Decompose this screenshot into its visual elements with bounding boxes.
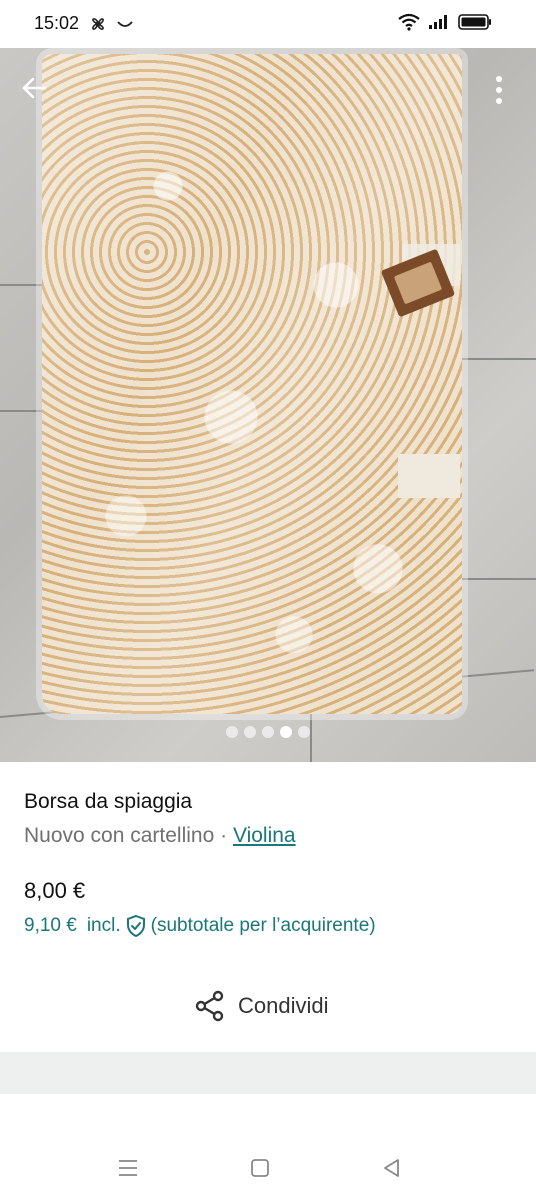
buyer-price-row[interactable]: 9,10 € incl. (subtotale per l’acquirente… [24, 914, 376, 938]
floor-tile-line [462, 578, 536, 580]
buyer-price: 9,10 € [24, 915, 77, 936]
brand-link[interactable]: Violina [233, 824, 296, 847]
share-icon [195, 990, 224, 1022]
wifi-icon [398, 13, 420, 31]
fan-icon [92, 18, 104, 30]
status-icons-right [398, 13, 492, 31]
item-condition: Nuovo con cartellino · [24, 824, 233, 847]
back-triangle-icon [384, 1159, 399, 1177]
floor-tile-line [460, 358, 536, 360]
more-options-button[interactable] [482, 70, 516, 110]
item-title: Borsa da spiaggia [24, 790, 193, 813]
system-back-button[interactable] [378, 1154, 406, 1182]
floor-tile-line [0, 284, 48, 286]
smile-icon [117, 21, 133, 27]
pagination-dot[interactable] [226, 726, 238, 738]
buyer-price-note: (subtotale per l’acquirente) [150, 915, 376, 936]
item-subtitle: Nuovo con cartellino · Violina [24, 824, 296, 848]
status-time: 15:02 [34, 13, 80, 33]
share-button[interactable]: Condividi [194, 990, 329, 1022]
battery-icon [458, 14, 491, 30]
back-button[interactable] [14, 68, 54, 108]
item-price: 8,00 € [24, 878, 86, 903]
floor-tile-line [0, 410, 48, 412]
item-photo[interactable] [0, 48, 536, 762]
status-icons-left [88, 14, 134, 34]
pagination-dot[interactable] [298, 726, 310, 738]
pagination-dot-active[interactable] [280, 726, 292, 738]
home-button[interactable] [246, 1154, 274, 1182]
pagination-dot[interactable] [244, 726, 256, 738]
menu-icon [119, 1160, 137, 1176]
section-divider [0, 1052, 536, 1094]
home-square-icon [251, 1159, 269, 1177]
gallery-pagination [226, 726, 310, 738]
system-nav-bar [0, 1140, 536, 1194]
signal-icon [429, 15, 447, 29]
recent-apps-button[interactable] [114, 1154, 142, 1182]
pagination-dot[interactable] [262, 726, 274, 738]
share-label: Condividi [238, 993, 329, 1018]
tape-piece [398, 454, 460, 498]
arrow-left-icon [22, 77, 47, 99]
more-vertical-icon [496, 76, 502, 104]
status-bar: 15:02 [0, 0, 536, 48]
plastic-wrap-sheen [42, 54, 462, 714]
shield-check-icon [126, 914, 145, 938]
buyer-price-incl: incl. [86, 915, 121, 936]
